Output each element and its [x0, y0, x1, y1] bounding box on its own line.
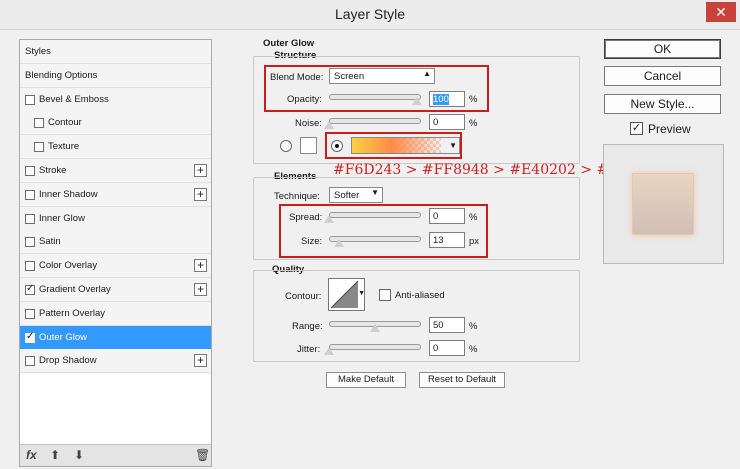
style-item-label: Blending Options: [25, 69, 98, 81]
style-item-inner-glow[interactable]: Inner Glow: [20, 206, 211, 231]
color-swatch[interactable]: [300, 137, 317, 154]
style-item-label: Stroke: [39, 165, 67, 176]
anti-aliased-label: Anti-aliased: [395, 290, 445, 301]
add-icon[interactable]: +: [194, 283, 207, 296]
move-up-icon[interactable]: ⬆: [50, 448, 60, 462]
contour-label: Contour:: [285, 291, 322, 302]
style-checkbox[interactable]: [25, 166, 35, 176]
technique-value: Softer: [334, 190, 360, 201]
jitter-label: Jitter:: [297, 344, 321, 355]
style-item-blending-options[interactable]: Blending Options: [20, 63, 211, 88]
style-item-pattern-overlay[interactable]: Pattern Overlay: [20, 301, 211, 326]
styles-panel: Styles Blending Options Bevel & Emboss Cont…: [19, 39, 212, 467]
style-checkbox[interactable]: [25, 331, 35, 343]
style-item-stroke[interactable]: Stroke +: [20, 159, 211, 183]
style-item-drop-shadow[interactable]: Drop Shadow +: [20, 349, 211, 374]
technique-label: Technique:: [274, 191, 320, 202]
noise-slider-thumb[interactable]: [324, 121, 334, 129]
styles-footer: fx ⬆ ⬇ 🗑: [20, 444, 211, 466]
noise-slider[interactable]: [329, 118, 421, 124]
make-default-button[interactable]: Make Default: [326, 372, 406, 388]
jitter-unit: %: [469, 344, 478, 355]
style-item-label: Satin: [39, 236, 61, 248]
contour-picker[interactable]: ▼: [328, 278, 365, 311]
dialog-body: Styles Blending Options Bevel & Emboss Cont…: [0, 30, 740, 469]
add-icon[interactable]: +: [194, 354, 207, 368]
style-item-label: Color Overlay: [39, 260, 98, 272]
style-item-texture[interactable]: Texture: [20, 135, 211, 160]
preview-box: [603, 144, 724, 264]
style-item-label: Inner Shadow: [39, 188, 98, 200]
color-radio[interactable]: [280, 140, 292, 152]
dropdown-arrow-icon: ▼: [358, 290, 365, 297]
add-icon[interactable]: +: [194, 259, 207, 273]
title-bar: Layer Style ✕: [0, 0, 740, 30]
add-icon[interactable]: +: [194, 187, 207, 201]
cancel-button[interactable]: Cancel: [604, 66, 721, 86]
add-icon[interactable]: +: [194, 164, 207, 177]
annotation-box-elements: [279, 204, 488, 258]
noise-input[interactable]: 0: [429, 114, 465, 130]
style-item-label: Outer Glow: [39, 331, 88, 343]
style-checkbox[interactable]: [25, 213, 35, 224]
jitter-slider-thumb[interactable]: [324, 347, 334, 355]
noise-label: Noise:: [295, 118, 322, 129]
annotation-box-blend: [264, 65, 489, 112]
range-unit: %: [469, 321, 478, 332]
close-button[interactable]: ✕: [706, 2, 736, 22]
annotation-box-gradient: [325, 132, 462, 159]
style-checkbox[interactable]: [25, 283, 35, 295]
style-item-gradient-overlay[interactable]: Gradient Overlay +: [20, 278, 211, 302]
range-label: Range:: [292, 321, 323, 332]
style-checkbox[interactable]: [25, 308, 35, 319]
noise-unit: %: [469, 118, 478, 129]
window-title: Layer Style: [334, 6, 406, 22]
style-item-label: Drop Shadow: [39, 355, 97, 367]
style-checkbox[interactable]: [34, 142, 44, 153]
fx-button[interactable]: fx: [26, 448, 37, 462]
style-item-inner-shadow[interactable]: Inner Shadow +: [20, 182, 211, 207]
ok-button[interactable]: OK: [604, 39, 721, 59]
preview-label: Preview: [648, 122, 691, 136]
reset-to-default-button[interactable]: Reset to Default: [419, 372, 505, 388]
style-checkbox[interactable]: [25, 356, 35, 367]
preview-checkbox[interactable]: ✓: [630, 122, 643, 135]
style-checkbox[interactable]: [25, 261, 35, 272]
technique-select[interactable]: Softer ▼: [329, 187, 383, 203]
range-input[interactable]: 50: [429, 317, 465, 333]
style-checkbox[interactable]: [25, 237, 35, 248]
style-checkbox[interactable]: [25, 189, 35, 200]
style-item-color-overlay[interactable]: Color Overlay +: [20, 254, 211, 279]
style-item-bevel-emboss[interactable]: Bevel & Emboss: [20, 87, 211, 112]
move-down-icon[interactable]: ⬇: [74, 448, 84, 462]
style-item-styles[interactable]: Styles: [20, 40, 211, 64]
style-item-outer-glow[interactable]: Outer Glow: [20, 325, 211, 350]
preview-swatch: [632, 173, 694, 235]
style-item-label: Bevel & Emboss: [39, 93, 109, 105]
style-item-satin[interactable]: Satin: [20, 230, 211, 255]
style-checkbox[interactable]: [25, 94, 35, 105]
style-item-label: Pattern Overlay: [39, 307, 105, 319]
style-item-label: Texture: [48, 141, 80, 153]
style-item-contour[interactable]: Contour: [20, 111, 211, 136]
outer-glow-title: Outer Glow: [263, 38, 315, 49]
style-item-label: Inner Glow: [39, 212, 85, 224]
dropdown-arrow-icon: ▼: [371, 188, 379, 197]
new-style-button[interactable]: New Style...: [604, 94, 721, 114]
style-checkbox[interactable]: [34, 118, 44, 129]
trash-icon[interactable]: 🗑: [195, 448, 210, 462]
anti-aliased-checkbox[interactable]: [379, 289, 391, 301]
range-slider-thumb[interactable]: [370, 324, 380, 332]
jitter-slider[interactable]: [329, 344, 421, 350]
jitter-input[interactable]: 0: [429, 340, 465, 356]
style-item-label: Gradient Overlay: [39, 284, 111, 295]
style-item-label: Styles: [25, 46, 51, 57]
style-item-label: Contour: [48, 117, 82, 129]
